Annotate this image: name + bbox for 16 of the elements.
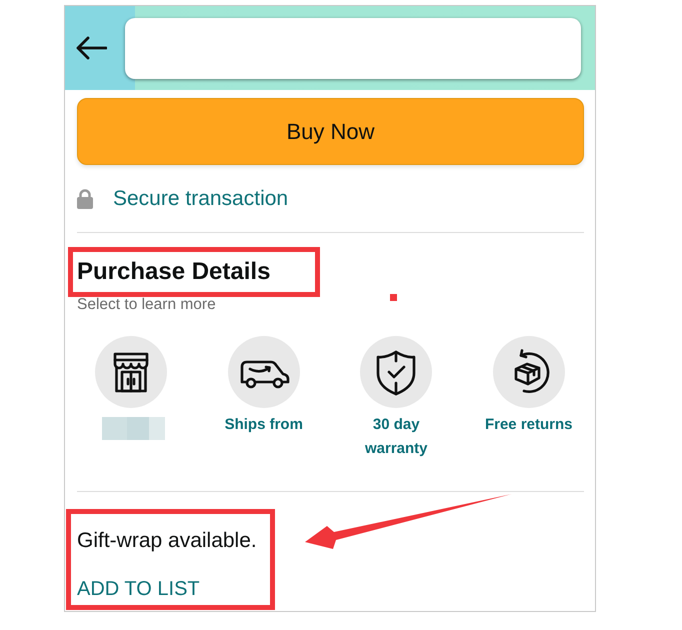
back-icon[interactable] [75,36,107,60]
shield-check-icon[interactable] [360,336,432,408]
buy-now-button[interactable]: Buy Now [77,98,584,165]
search-field[interactable] [125,18,581,78]
section-title: Purchase Details [77,257,270,287]
feature-label[interactable]: Ships from [224,413,303,437]
feature-label[interactable]: 30 day warranty [346,413,446,461]
add-to-list-link[interactable]: ADD TO LIST [77,577,200,601]
gift-wrap-text: Gift-wrap available. [77,528,257,554]
section-subtitle: Select to learn more [77,295,216,315]
storefront-icon[interactable] [95,336,168,408]
secure-transaction-link[interactable]: Secure transaction [113,187,288,211]
feature-label[interactable]: Free returns [484,413,573,437]
box-return-icon[interactable] [492,336,565,408]
van-icon[interactable] [228,336,300,408]
lock-icon [77,189,93,209]
